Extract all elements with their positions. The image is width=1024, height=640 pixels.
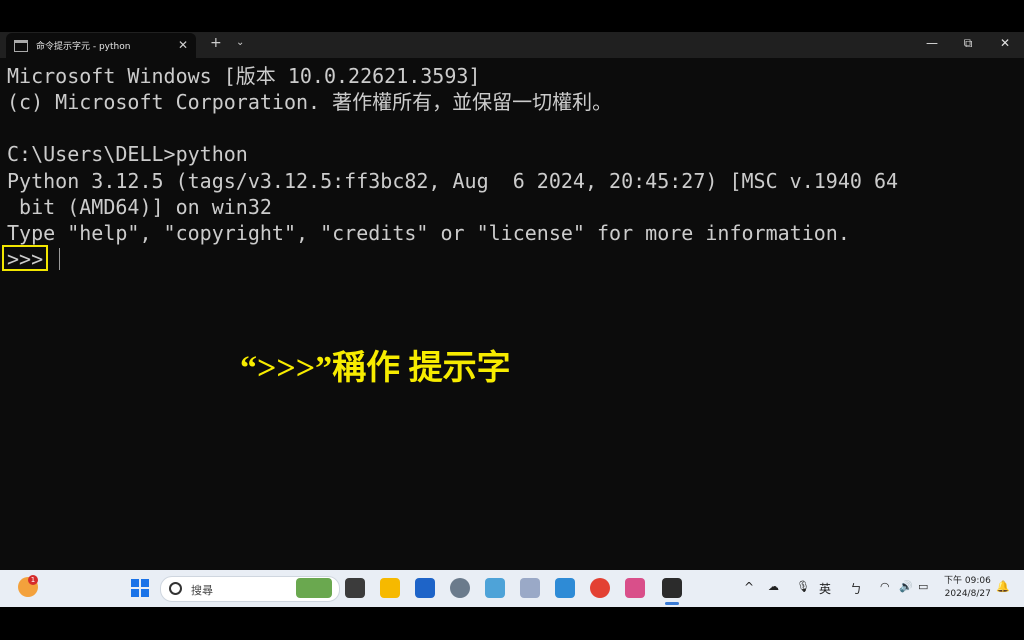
ime-language[interactable]: 英 [819, 580, 831, 597]
app-icon[interactable] [520, 578, 540, 598]
notification-badge: 1 [28, 575, 38, 585]
volume-icon[interactable]: 🔊 [899, 580, 913, 593]
taskbar [0, 570, 1024, 607]
snipping-tool-icon[interactable] [625, 578, 645, 598]
active-app-indicator [665, 602, 679, 605]
prompt-annotation: “>>>”稱作 提示字 [240, 350, 511, 387]
photos-icon[interactable] [485, 578, 505, 598]
new-tab-button[interactable]: + [210, 35, 222, 51]
start-button[interactable] [131, 579, 149, 597]
terminal-line: bit (AMD64)] on win32 [7, 195, 272, 219]
settings-icon[interactable] [450, 578, 470, 598]
chrome-icon[interactable] [590, 578, 610, 598]
letterbox-bottom [0, 607, 1024, 640]
notepad-icon[interactable] [555, 578, 575, 598]
wifi-icon[interactable]: ◠ [880, 580, 890, 593]
ime-mode[interactable]: ㄅ [850, 580, 862, 597]
notification-bell-icon[interactable]: 🔔 [996, 580, 1010, 593]
terminal-line: Microsoft Windows [版本 10.0.22621.3593] [7, 64, 481, 88]
tab-command-prompt[interactable]: 命令提示字元 - python ✕ [6, 33, 196, 58]
clock-time: 下午 09:06 [944, 576, 991, 586]
tab-dropdown-button[interactable]: ⌄ [236, 37, 244, 48]
minimize-button[interactable]: — [917, 36, 947, 50]
maximize-button[interactable]: ⧉ [953, 36, 983, 51]
battery-icon[interactable]: ▭ [918, 580, 928, 593]
search-placeholder: 搜尋 [191, 584, 213, 597]
microphone-icon[interactable]: 🎙 [796, 580, 810, 593]
text-cursor [59, 248, 60, 270]
search-icon [169, 582, 182, 595]
prompt-highlight-box [2, 245, 48, 271]
clock-date: 2024/8/27 [944, 589, 991, 599]
clock[interactable]: 下午 09:06 2024/8/27 [944, 575, 991, 601]
tray-chevron-icon[interactable]: ^ [744, 580, 754, 594]
terminal-body[interactable]: Microsoft Windows [版本 10.0.22621.3593] (… [0, 58, 1024, 570]
tab-close-button[interactable]: ✕ [178, 38, 188, 52]
terminal-app-icon[interactable] [662, 578, 682, 598]
dragon-image-icon [296, 578, 332, 598]
terminal-icon [14, 39, 28, 52]
tab-title: 命令提示字元 - python [36, 42, 131, 52]
terminal-line: Type "help", "copyright", "credits" or "… [7, 221, 850, 245]
terminal-line: (c) Microsoft Corporation. 著作權所有，並保留一切權利… [7, 90, 613, 114]
close-button[interactable]: ✕ [990, 36, 1020, 50]
store-icon[interactable] [415, 578, 435, 598]
file-explorer-icon[interactable] [380, 578, 400, 598]
terminal-line: C:\Users\DELL>python [7, 142, 248, 166]
task-view-icon[interactable] [345, 578, 365, 598]
letterbox-top [0, 0, 1024, 32]
cloud-icon[interactable]: ☁ [768, 580, 779, 593]
terminal-line: Python 3.12.5 (tags/v3.12.5:ff3bc82, Aug… [7, 169, 899, 193]
